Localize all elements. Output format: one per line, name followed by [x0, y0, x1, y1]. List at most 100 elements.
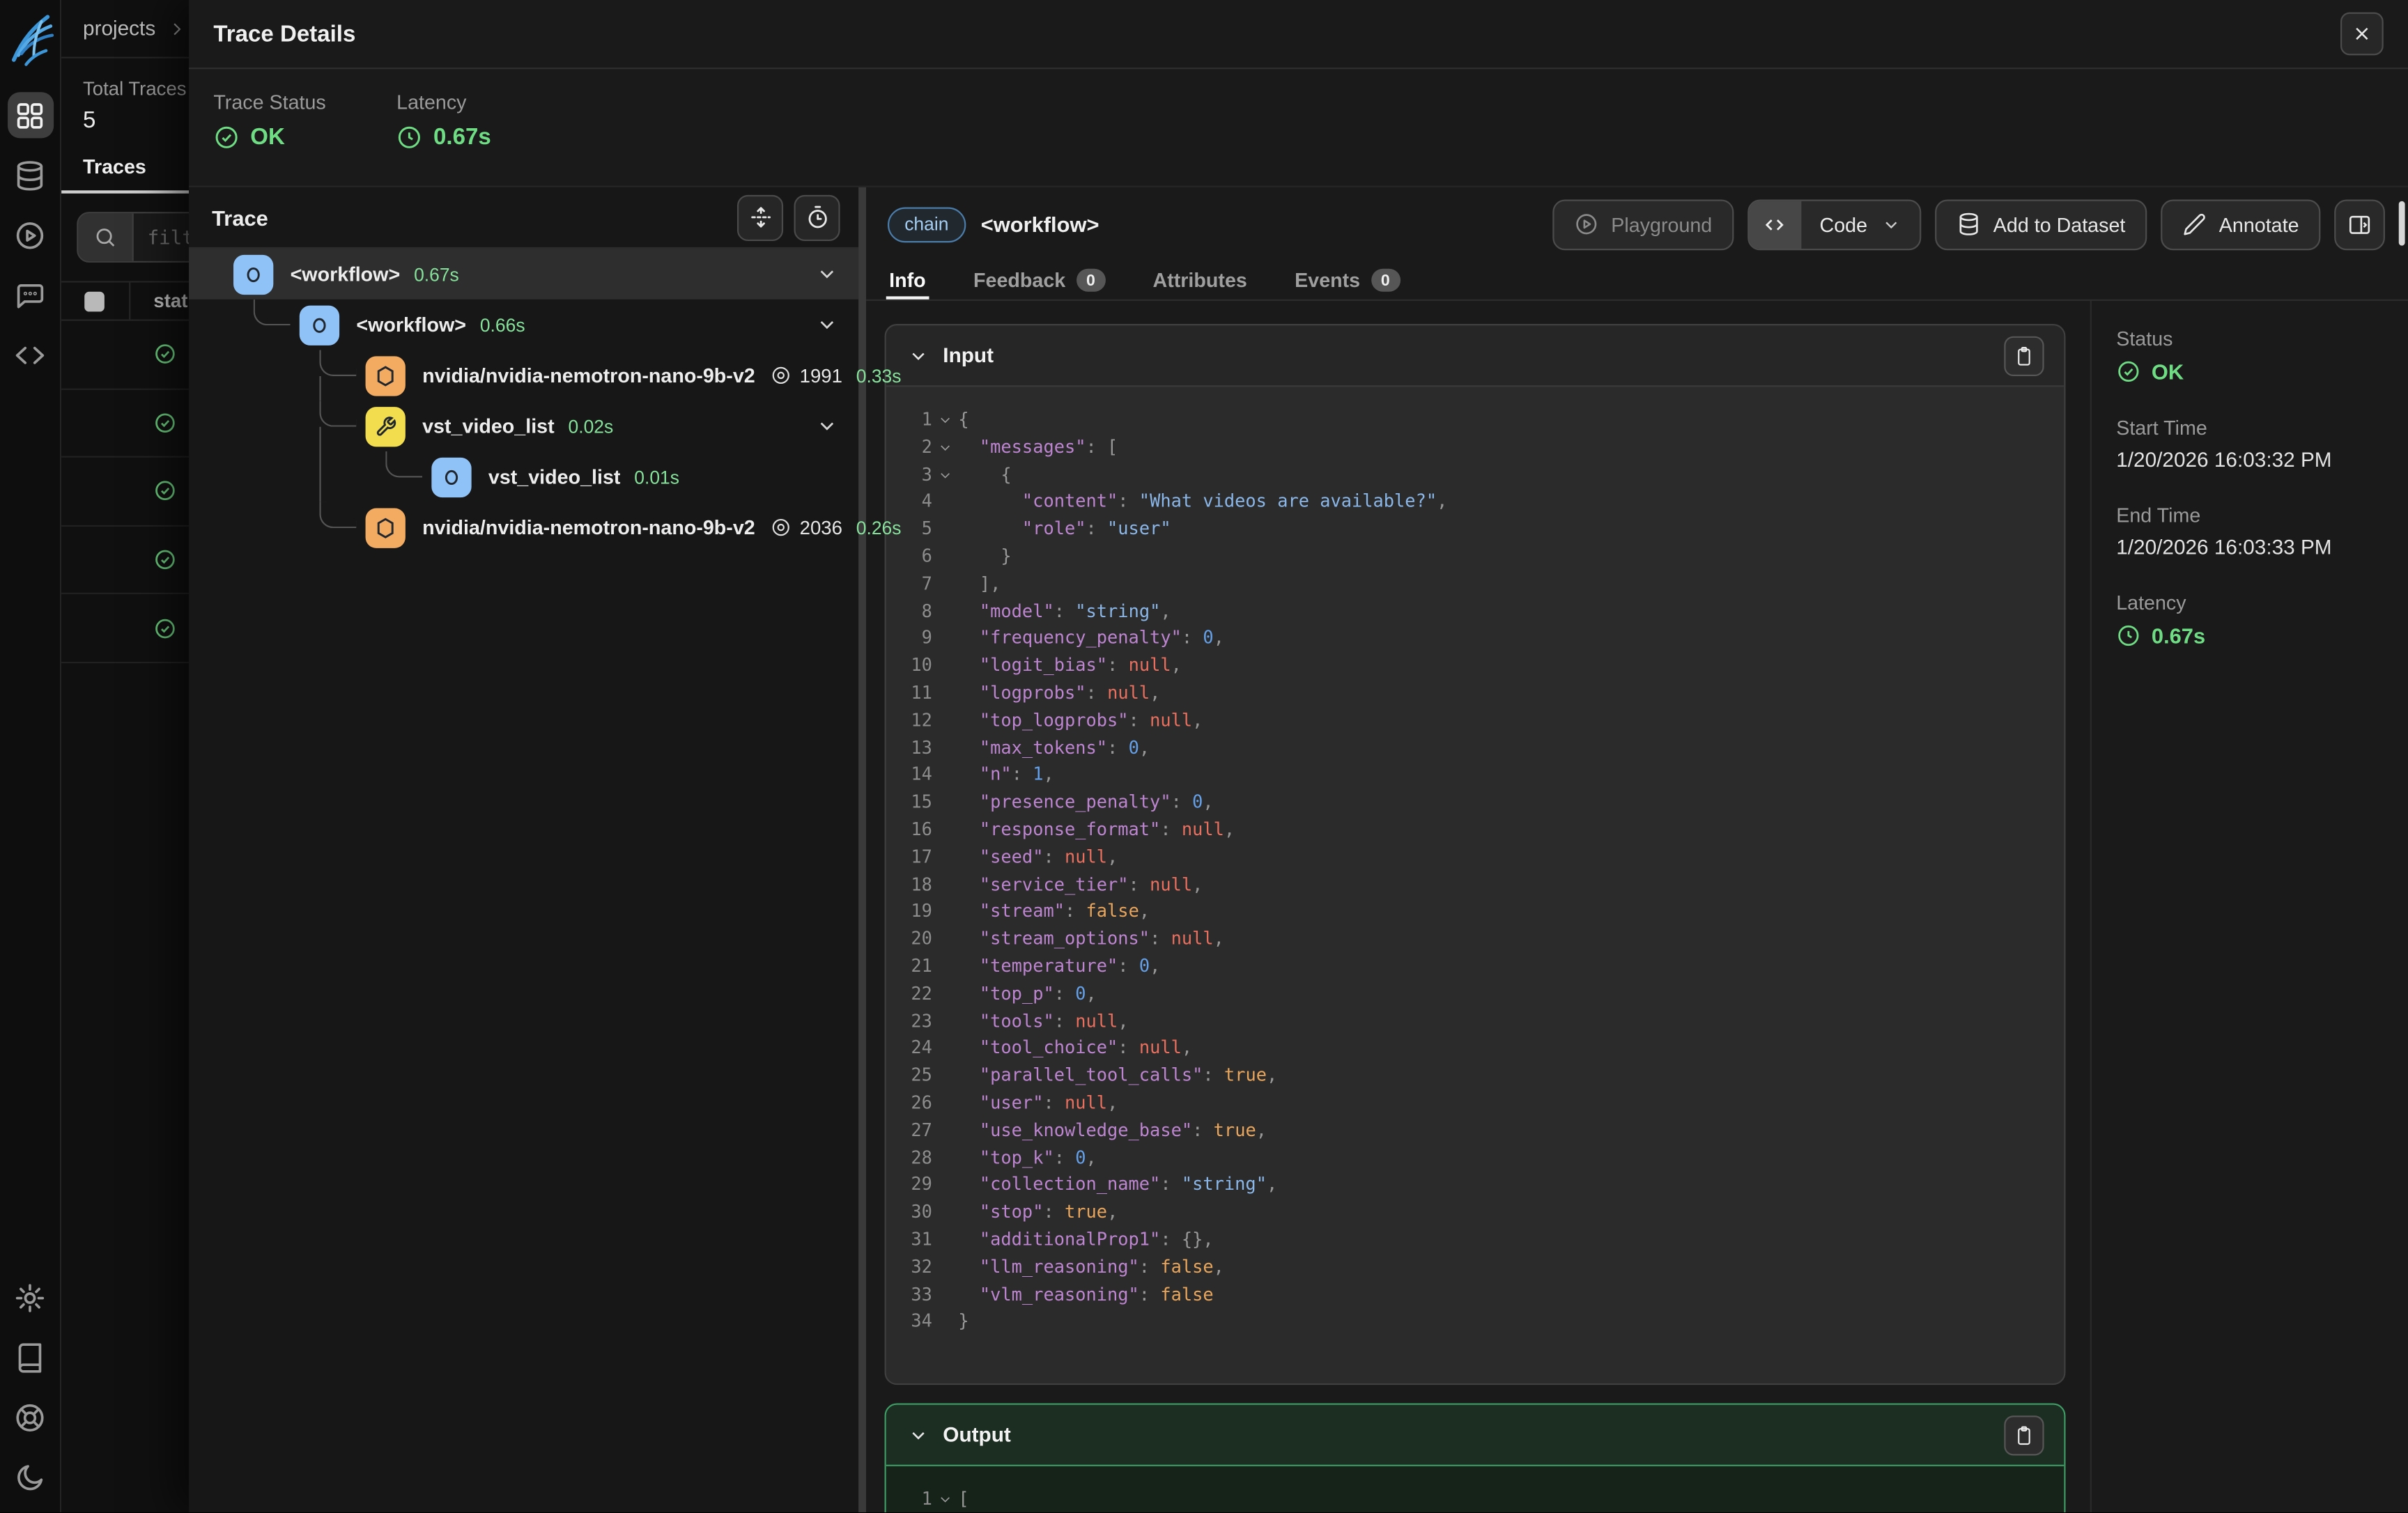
timing-stopwatch-button[interactable]	[794, 194, 840, 240]
code-dropdown[interactable]: Code	[1801, 201, 1920, 248]
fold-toggle	[932, 598, 958, 626]
code-line: 10 "logit_bias": null,	[886, 653, 2064, 680]
playground-button[interactable]: Playground	[1553, 199, 1734, 249]
select-all-checkbox[interactable]	[84, 291, 105, 311]
code-line: 31 "additionalProp1": {},	[886, 1227, 2064, 1254]
docs-book-icon[interactable]	[7, 1334, 53, 1380]
line-number: 3	[886, 462, 932, 489]
chevron-down-icon[interactable]	[815, 263, 838, 286]
annotate-button[interactable]: Annotate	[2161, 199, 2320, 249]
fold-toggle	[932, 516, 958, 543]
line-number: 23	[886, 1008, 932, 1035]
span-duration: 0.66s	[480, 314, 525, 336]
fold-toggle[interactable]	[932, 407, 958, 434]
code-line: 25 "parallel_tool_calls": true,	[886, 1062, 2064, 1089]
chevron-down-icon[interactable]	[815, 414, 838, 437]
line-number: 19	[886, 899, 932, 926]
clipboard-icon	[2014, 345, 2035, 366]
code-line: 18 "service_tier": null,	[886, 871, 2064, 899]
breadcrumb-projects[interactable]: projects	[83, 17, 155, 40]
output-panel-header[interactable]: Output	[886, 1405, 2064, 1466]
span-row[interactable]: <workflow>0.67s	[189, 249, 858, 300]
span-row-name: <workflow>	[291, 263, 401, 286]
nav-code-icon[interactable]	[7, 332, 53, 378]
nav-playground-icon[interactable]	[7, 212, 53, 258]
span-row[interactable]: nvidia/nvidia-nemotron-nano-9b-v219910.3…	[189, 350, 858, 401]
check-circle-icon	[213, 125, 239, 150]
fold-toggle	[932, 543, 958, 571]
span-duration: 0.26s	[856, 517, 902, 538]
trace-status-label: Trace Status	[213, 91, 325, 114]
expand-spans-button[interactable]	[737, 194, 783, 240]
llm-span-icon	[366, 507, 406, 547]
code-line: 24 "tool_choice": null,	[886, 1035, 2064, 1062]
play-circle-icon	[1574, 212, 1598, 236]
span-row[interactable]: vst_video_list0.02s	[189, 401, 858, 451]
nav-chat-icon[interactable]	[7, 272, 53, 318]
span-row[interactable]: nvidia/nvidia-nemotron-nano-9b-v220360.2…	[189, 502, 858, 553]
copy-output-button[interactable]	[2004, 1415, 2044, 1454]
start-time-label: Start Time	[2116, 416, 2408, 439]
dark-mode-moon-icon[interactable]	[7, 1454, 53, 1500]
tab-feedback[interactable]: Feedback0	[971, 261, 1109, 300]
line-number: 1	[886, 1487, 932, 1512]
line-number: 24	[886, 1035, 932, 1062]
close-button[interactable]	[2340, 13, 2384, 56]
chain-span-icon	[233, 254, 273, 294]
code-line: 26 "user": null,	[886, 1090, 2064, 1117]
line-number: 25	[886, 1062, 932, 1089]
fold-toggle	[932, 653, 958, 680]
nav-database-icon[interactable]	[7, 152, 53, 198]
latency-label: Latency	[2116, 591, 2408, 614]
line-number: 20	[886, 926, 932, 953]
code-line: 17 "seed": null,	[886, 844, 2064, 871]
scrollbar-thumb[interactable]	[2399, 201, 2405, 246]
code-split-button[interactable]: Code	[1747, 199, 1921, 249]
span-info-scroll-area[interactable]: Input 1{2 "messages": [3 {4 "content": "…	[866, 301, 2090, 1512]
fold-toggle[interactable]	[932, 434, 958, 461]
check-circle-icon	[2116, 359, 2140, 384]
stopwatch-icon	[804, 204, 830, 230]
line-number: 18	[886, 871, 932, 899]
add-to-dataset-button[interactable]: Add to Dataset	[1935, 199, 2147, 249]
trace-latency-stat: Latency 0.67s	[396, 91, 491, 186]
fold-toggle	[932, 1062, 958, 1089]
input-panel-header[interactable]: Input	[886, 325, 2064, 387]
copy-input-button[interactable]	[2004, 336, 2044, 375]
trace-latency-label: Latency	[396, 91, 491, 114]
fold-toggle	[932, 735, 958, 762]
line-number: 8	[886, 598, 932, 626]
tab-info[interactable]: Info	[886, 261, 929, 300]
fold-toggle	[932, 954, 958, 981]
status-label: Status	[2116, 327, 2408, 350]
fold-toggle	[932, 762, 958, 789]
database-icon	[1957, 212, 1981, 236]
span-row[interactable]: <workflow> 0.66s	[189, 300, 858, 350]
help-lifebuoy-icon[interactable]	[7, 1394, 53, 1440]
fold-toggle[interactable]	[932, 462, 958, 489]
nav-dashboard-grid-icon[interactable]	[7, 92, 53, 138]
input-json-view[interactable]: 1{2 "messages": [3 {4 "content": "What v…	[886, 387, 2064, 1385]
output-json-view[interactable]: 1[	[886, 1466, 2064, 1512]
code-line: 28 "top_k": 0,	[886, 1145, 2064, 1172]
span-row-name: <workflow>	[356, 313, 466, 336]
chevron-right-icon	[168, 20, 186, 38]
line-number: 16	[886, 816, 932, 844]
tab-events[interactable]: Events0	[1292, 261, 1403, 300]
code-line: 21 "temperature": 0,	[886, 954, 2064, 981]
code-line: 29 "collection_name": "string",	[886, 1172, 2064, 1199]
tree-guide-line	[319, 451, 321, 502]
fold-toggle	[932, 1117, 958, 1145]
tab-attributes[interactable]: Attributes	[1150, 261, 1250, 300]
settings-gear-icon[interactable]	[7, 1274, 53, 1320]
output-panel-title: Output	[943, 1423, 1010, 1446]
chevron-down-icon[interactable]	[815, 313, 838, 336]
span-row[interactable]: vst_video_list0.01s	[189, 451, 858, 502]
code-icon[interactable]	[1749, 201, 1801, 248]
span-tabs: Info Feedback0 Attributes Events0	[866, 261, 2408, 301]
tree-guide-line	[319, 375, 321, 401]
toggle-side-panel-button[interactable]	[2334, 199, 2385, 249]
status-ok-icon	[130, 548, 176, 571]
fold-toggle[interactable]	[932, 1487, 958, 1512]
span-name: <workflow>	[981, 212, 1099, 236]
